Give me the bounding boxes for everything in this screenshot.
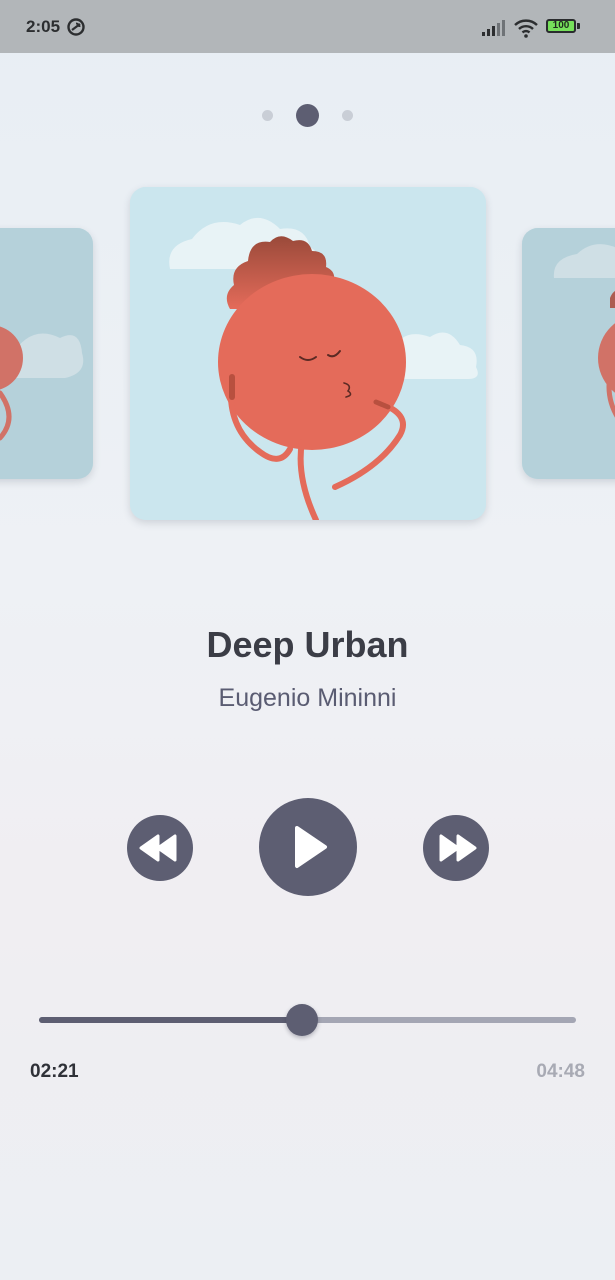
play-button[interactable]: [259, 798, 357, 896]
page-dot-2-active[interactable]: [296, 104, 319, 127]
battery-level: 100: [552, 20, 570, 31]
play-icon: [295, 826, 327, 868]
total-time: 04:48: [536, 1061, 585, 1082]
fast-forward-button[interactable]: [423, 815, 489, 881]
page-dot-3[interactable]: [342, 110, 353, 121]
page-indicator: [0, 103, 615, 127]
progress-fill: [39, 1017, 303, 1023]
signal-icon: [482, 20, 505, 36]
album-card-previous[interactable]: [0, 228, 93, 479]
page-dot-1[interactable]: [262, 110, 273, 121]
status-time: 2:05: [26, 17, 61, 36]
current-time: 02:21: [30, 1061, 79, 1082]
album-art-next: [522, 228, 615, 479]
album-art: [130, 187, 486, 520]
wifi-icon: [514, 19, 538, 38]
song-artist: Eugenio Mininni: [218, 684, 397, 712]
progress-thumb[interactable]: [286, 1004, 319, 1036]
rewind-icon: [139, 834, 177, 862]
battery-icon: 100: [546, 19, 576, 33]
album-art-previous: [0, 228, 93, 479]
fast-forward-icon: [439, 834, 477, 862]
rewind-button[interactable]: [127, 815, 193, 881]
album-card-current[interactable]: [130, 187, 486, 520]
data-saver-icon: [67, 18, 85, 36]
album-card-next[interactable]: [522, 228, 615, 479]
battery-tip: [577, 23, 580, 29]
status-bar: 2:05 100: [0, 0, 615, 53]
song-title: Deep Urban: [206, 624, 409, 665]
